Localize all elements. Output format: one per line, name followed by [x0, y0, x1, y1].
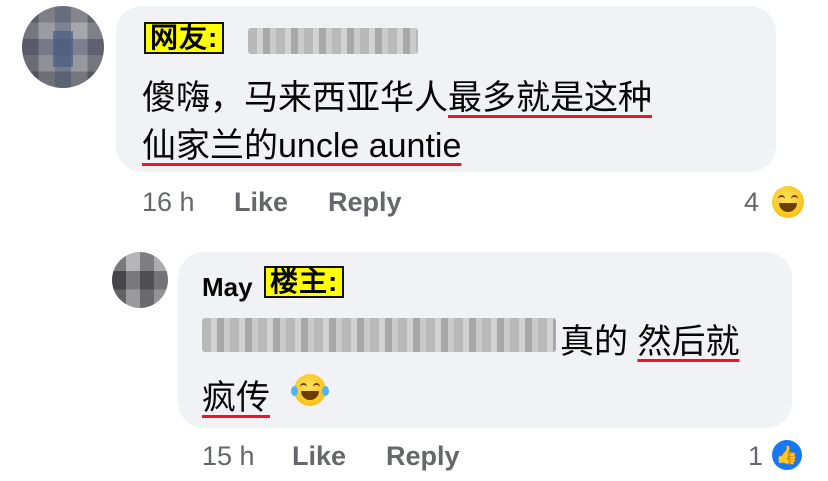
tears-of-joy-emoji-icon [291, 374, 329, 406]
reply-button[interactable]: Reply [328, 187, 402, 218]
reply-author-name[interactable]: May [202, 272, 253, 303]
laughing-emoji-icon[interactable] [772, 186, 804, 218]
reply-avatar[interactable] [112, 252, 168, 308]
like-icon[interactable]: 👍 [772, 440, 802, 470]
commenter-name-blurred[interactable] [248, 28, 418, 54]
reply-text-line2: 疯传 [202, 379, 270, 417]
mentioned-name-blurred[interactable] [202, 318, 556, 352]
commenter-avatar[interactable] [22, 6, 104, 88]
reply-reply-button[interactable]: Reply [386, 441, 460, 472]
reply-timestamp[interactable]: 15 h [202, 441, 255, 472]
like-button[interactable]: Like [234, 187, 288, 218]
reaction-count[interactable]: 4 [744, 187, 759, 218]
comment-text-line2: 仙家兰的uncle auntie [142, 127, 462, 165]
reply-text-line1: 真的 然后就 [560, 323, 740, 361]
comment-text-line1: 傻嗨，马来西亚华人最多就是这种 [142, 79, 652, 117]
reply-reaction-count[interactable]: 1 [748, 441, 763, 472]
reply-author-tag: 楼主: [264, 266, 345, 298]
comment-timestamp[interactable]: 16 h [142, 187, 195, 218]
reply-like-button[interactable]: Like [292, 441, 346, 472]
commenter-tag: 网友: [144, 22, 225, 54]
reply-bubble: May 楼主: 真的 然后就 疯传 [178, 252, 792, 428]
comment-bubble: 网友: 傻嗨，马来西亚华人最多就是这种 仙家兰的uncle auntie [116, 6, 776, 172]
